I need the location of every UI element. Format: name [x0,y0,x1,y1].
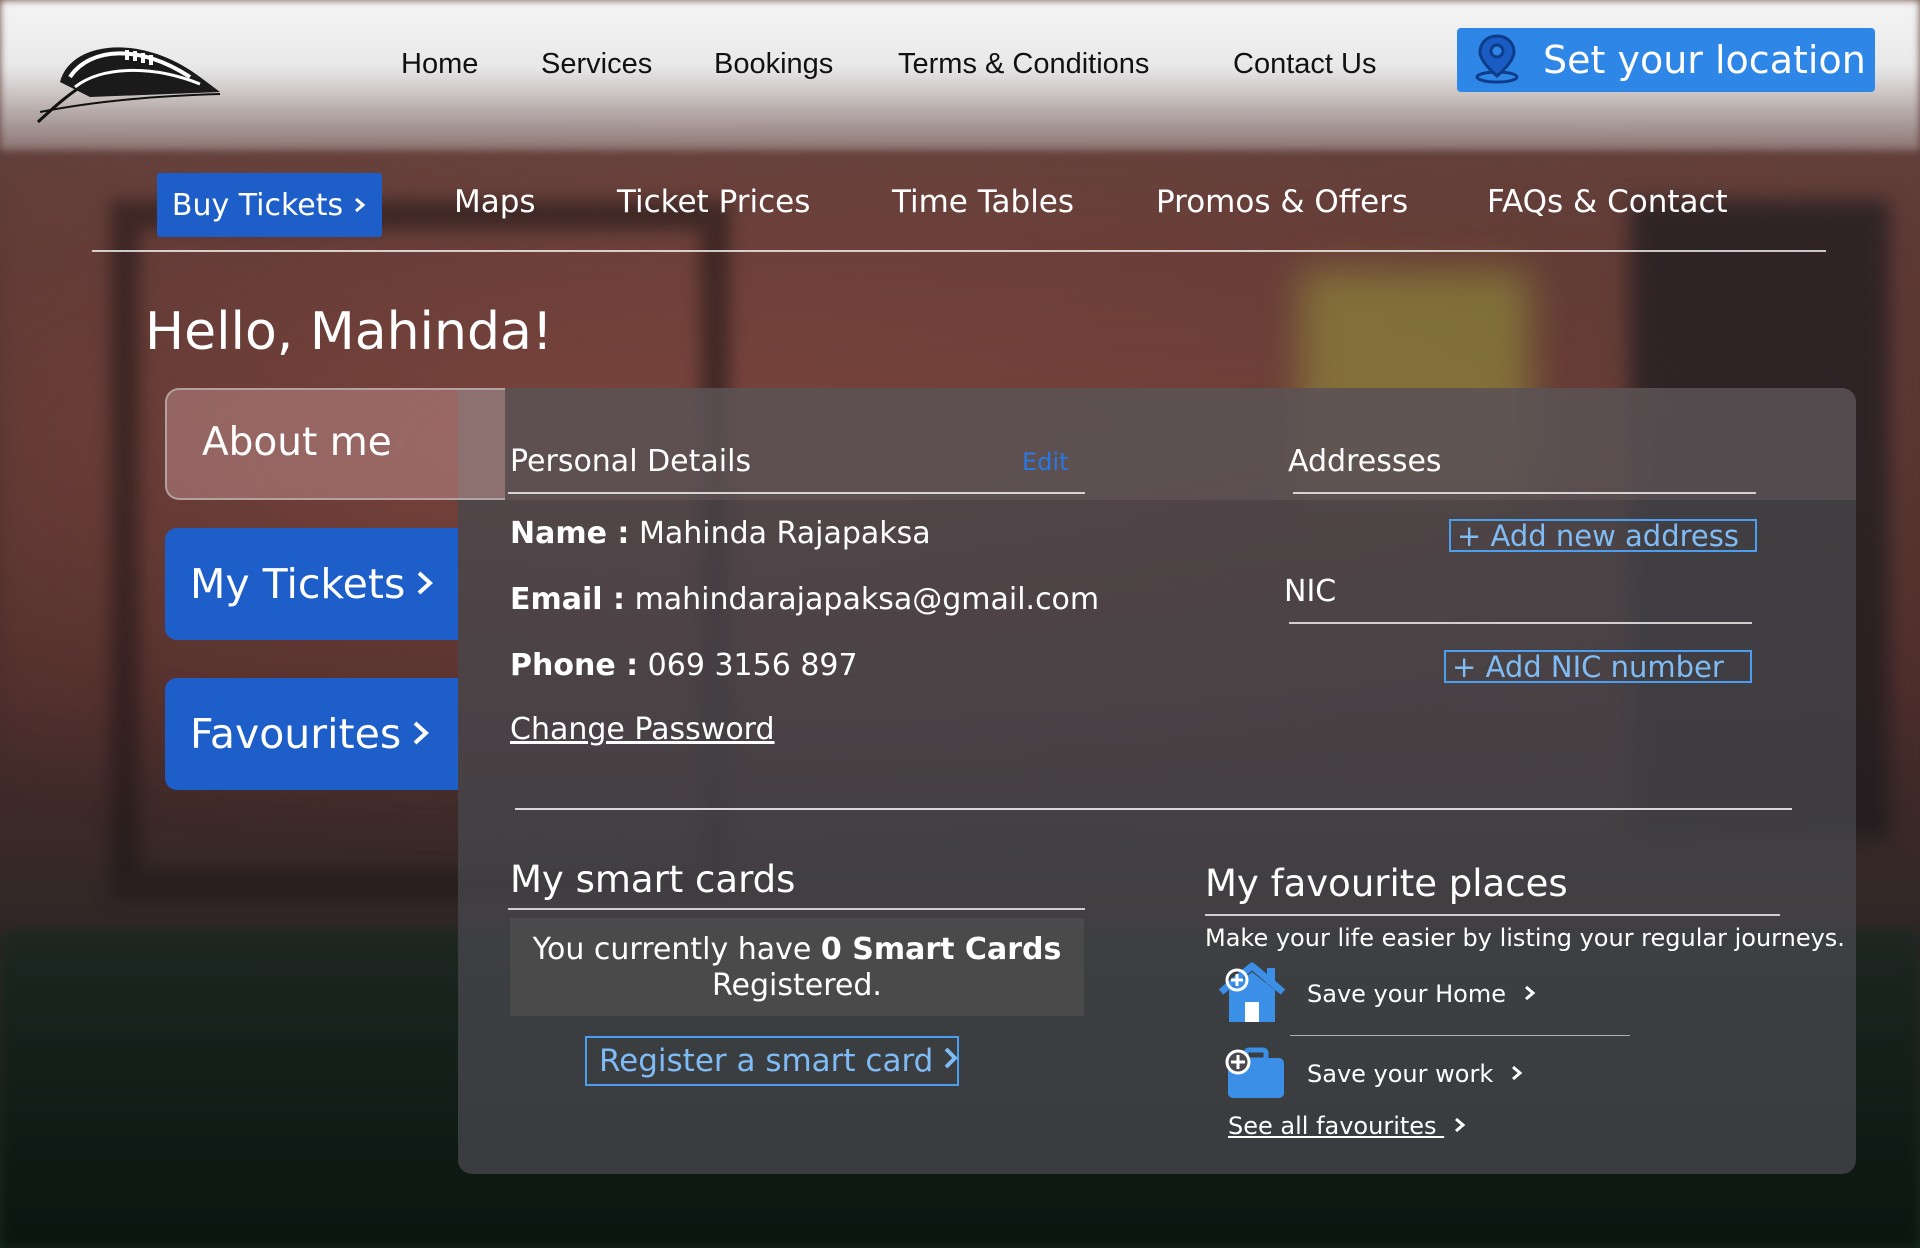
phone-label: Phone : [510,648,639,683]
nav-home-link[interactable]: Home [401,48,478,81]
see-all-label: See all favourites [1228,1112,1437,1140]
divider [508,492,1085,494]
chevron-right-icon [1524,980,1536,1008]
save-home-label: Save your Home [1307,980,1507,1008]
set-location-button[interactable]: Set your location [1457,28,1875,92]
buy-tickets-button[interactable]: Buy Tickets [157,173,382,237]
add-nic-button[interactable]: + Add NIC number [1444,650,1752,684]
save-work-label: Save your work [1307,1060,1494,1088]
see-all-favourites-link[interactable]: See all favourites [1228,1112,1466,1140]
save-home-button[interactable]: Save your Home [1307,980,1536,1008]
nic-heading: NIC [1284,574,1337,609]
phone-value: 069 3156 897 [647,648,858,683]
personal-details-heading: Personal Details [510,444,752,479]
smart-cards-text-end: Registered. [712,968,882,1003]
email-value: mahindarajapaksa@gmail.com [634,582,1100,617]
smart-cards-count: 0 Smart Cards [820,932,1062,967]
travelgo-logo[interactable] [30,22,230,132]
register-smart-card-button[interactable]: Register a smart card [585,1036,959,1086]
edit-link[interactable]: Edit [1022,448,1068,476]
secondary-nav: Buy Tickets Maps Ticket Prices Time Tabl… [92,160,1826,252]
nav-terms-link[interactable]: Terms & Conditions [898,48,1149,81]
sidebar-item-favourites[interactable]: Favourites [165,678,458,790]
tab-time-tables[interactable]: Time Tables [892,184,1074,220]
addresses-heading: Addresses [1288,444,1442,479]
favourite-places-heading: My favourite places [1205,862,1568,905]
sidebar-item-label: Favourites [190,710,402,758]
name-row: Name : Mahinda Rajapaksa [510,516,931,551]
email-label: Email : [510,582,626,617]
divider [508,908,1085,910]
set-location-label: Set your location [1543,38,1866,82]
page-greeting: Hello, Mahinda! [145,302,553,362]
save-work-button[interactable]: Save your work [1307,1060,1523,1088]
smart-cards-heading: My smart cards [510,858,796,901]
add-work-icon [1222,1044,1290,1106]
nav-contact-link[interactable]: Contact Us [1233,48,1376,81]
favourite-places-subtitle: Make your life easier by listing your re… [1205,924,1845,952]
tab-maps[interactable]: Maps [454,184,536,220]
section-divider [515,808,1792,810]
divider [1293,492,1756,494]
tab-faqs-contact[interactable]: FAQs & Contact [1487,184,1728,220]
change-password-link[interactable]: Change Password [510,712,775,747]
add-home-icon [1215,962,1289,1028]
sidebar-item-label: About me [202,420,392,465]
chevron-right-icon [943,1043,959,1079]
sidebar-item-my-tickets[interactable]: My Tickets [165,528,458,640]
register-smart-card-label: Register a smart card [599,1043,934,1079]
tab-promos-offers[interactable]: Promos & Offers [1156,184,1408,220]
name-value: Mahinda Rajapaksa [638,516,931,551]
sidebar-item-label: My Tickets [190,560,406,608]
buy-tickets-label: Buy Tickets [171,187,344,223]
chevron-right-icon [1511,1060,1523,1088]
tab-ticket-prices[interactable]: Ticket Prices [617,184,810,220]
divider [1205,914,1780,916]
chevron-right-icon [415,560,435,608]
divider [1290,1035,1630,1036]
chevron-right-icon [1454,1112,1466,1140]
nav-services-link[interactable]: Services [541,48,652,81]
nav-bookings-link[interactable]: Bookings [714,48,833,81]
phone-row: Phone : 069 3156 897 [510,648,858,683]
chevron-right-icon [353,188,367,223]
name-label: Name : [510,516,630,551]
divider [1289,622,1752,624]
sidebar-item-about[interactable]: About me [165,388,505,500]
email-row: Email : mahindarajapaksa@gmail.com [510,582,1099,617]
smart-cards-status: You currently have 0 Smart Cards Registe… [510,918,1084,1016]
location-pin-icon [1471,32,1523,88]
chevron-right-icon [411,710,431,758]
smart-cards-text: You currently have [532,932,821,967]
add-address-button[interactable]: + Add new address [1449,519,1757,553]
